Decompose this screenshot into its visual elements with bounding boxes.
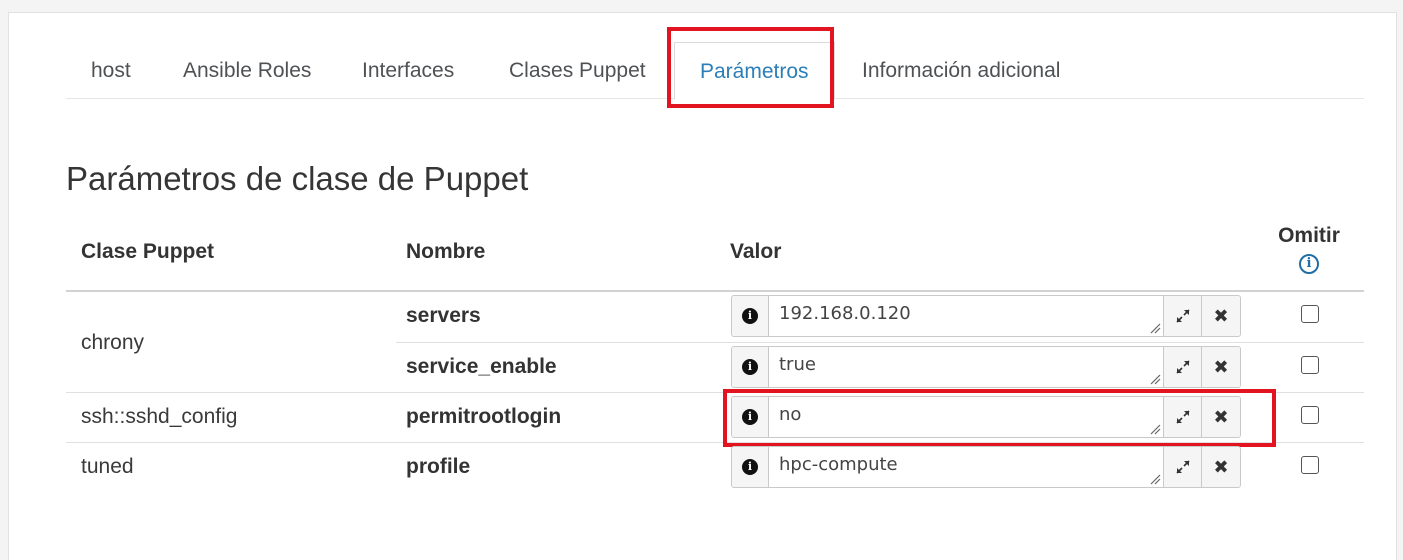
expand-button[interactable] xyxy=(1164,347,1202,387)
remove-icon: ✖ xyxy=(1213,305,1229,326)
resize-grip-icon[interactable] xyxy=(1149,473,1161,485)
tab-informacion-adicional[interactable]: Información adicional xyxy=(837,42,1085,99)
value-textarea[interactable]: no xyxy=(769,397,1164,437)
header-clase-puppet: Clase Puppet xyxy=(81,240,215,263)
header-omitir: Omitir i xyxy=(1269,224,1349,274)
row-divider xyxy=(396,342,1364,343)
expand-button[interactable] xyxy=(1164,397,1202,437)
class-name: tuned xyxy=(81,455,134,478)
remove-button[interactable]: ✖ xyxy=(1202,347,1240,387)
resize-grip-icon[interactable] xyxy=(1149,322,1161,334)
value-textarea[interactable]: hpc-compute xyxy=(769,447,1164,487)
tab-host[interactable]: host xyxy=(66,42,156,99)
value-text: hpc-compute xyxy=(779,454,898,475)
omit-checkbox[interactable] xyxy=(1301,406,1319,424)
value-text: true xyxy=(779,354,816,375)
param-name: profile xyxy=(406,455,471,478)
expand-button[interactable] xyxy=(1164,447,1202,487)
header-nombre: Nombre xyxy=(406,240,486,263)
omit-checkbox[interactable] xyxy=(1301,305,1319,323)
info-circle-icon[interactable]: i xyxy=(1299,254,1319,274)
remove-button[interactable]: ✖ xyxy=(1202,397,1240,437)
page-title: Parámetros de clase de Puppet xyxy=(66,160,529,197)
header-omitir-label: Omitir xyxy=(1278,224,1340,247)
param-name: servers xyxy=(406,304,481,327)
resize-grip-icon[interactable] xyxy=(1149,373,1161,385)
class-name: chrony xyxy=(81,331,145,354)
value-input-group: i no ✖ xyxy=(731,396,1241,438)
class-name: ssh::sshd_config xyxy=(81,405,238,428)
tab-clases-puppet[interactable]: Clases Puppet xyxy=(484,42,671,99)
value-input-group: i true ✖ xyxy=(731,346,1241,388)
info-icon[interactable]: i xyxy=(732,447,769,487)
expand-icon xyxy=(1175,309,1190,323)
value-textarea[interactable]: true xyxy=(769,347,1164,387)
header-valor: Valor xyxy=(730,240,782,263)
tab-bar: host Ansible Roles Interfaces Clases Pup… xyxy=(66,42,1364,100)
param-name: permitrootlogin xyxy=(406,405,562,428)
omit-checkbox[interactable] xyxy=(1301,356,1319,374)
value-input-group: i hpc-compute ✖ xyxy=(731,446,1241,488)
remove-button[interactable]: ✖ xyxy=(1202,296,1240,336)
value-text: no xyxy=(779,404,802,425)
expand-icon xyxy=(1175,410,1190,424)
remove-icon: ✖ xyxy=(1213,406,1229,427)
table-header: Clase Puppet Nombre Valor Omitir i xyxy=(66,220,1364,292)
tab-parametros[interactable]: Parámetros xyxy=(674,42,835,100)
expand-button[interactable] xyxy=(1164,296,1202,336)
expand-icon xyxy=(1175,460,1190,474)
remove-icon: ✖ xyxy=(1213,456,1229,477)
value-text: 192.168.0.120 xyxy=(779,303,911,324)
value-input-group: i 192.168.0.120 ✖ xyxy=(731,295,1241,337)
remove-icon: ✖ xyxy=(1213,356,1229,377)
omit-checkbox[interactable] xyxy=(1301,456,1319,474)
value-textarea[interactable]: 192.168.0.120 xyxy=(769,296,1164,336)
info-icon[interactable]: i xyxy=(732,296,769,336)
info-icon[interactable]: i xyxy=(732,347,769,387)
resize-grip-icon[interactable] xyxy=(1149,423,1161,435)
param-name: service_enable xyxy=(406,355,557,378)
remove-button[interactable]: ✖ xyxy=(1202,447,1240,487)
tab-interfaces[interactable]: Interfaces xyxy=(337,42,479,99)
info-icon[interactable]: i xyxy=(732,397,769,437)
expand-icon xyxy=(1175,360,1190,374)
tab-ansible-roles[interactable]: Ansible Roles xyxy=(158,42,336,99)
